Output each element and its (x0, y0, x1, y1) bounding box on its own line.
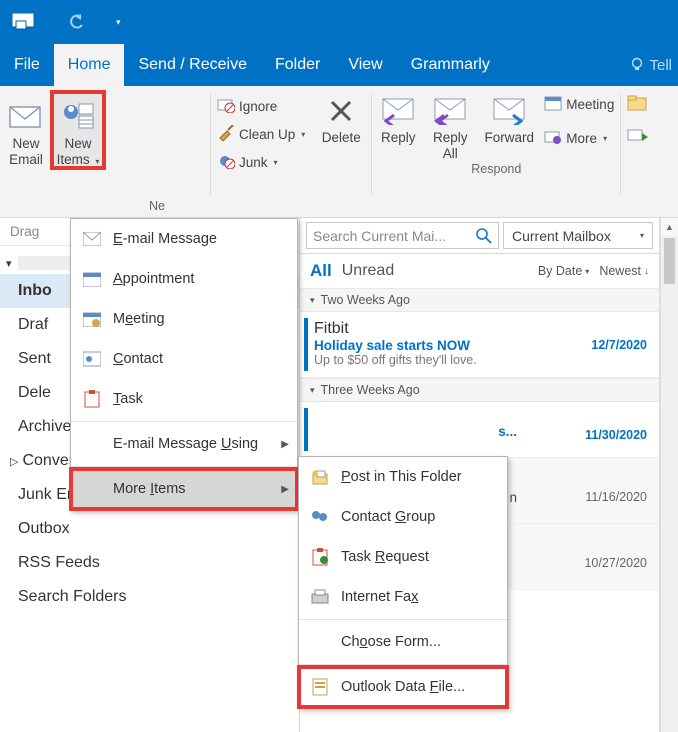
group-three-weeks[interactable]: ▾Three Weeks Ago (300, 378, 659, 402)
lightbulb-icon (629, 57, 645, 73)
scrollbar[interactable]: ▲ (660, 218, 678, 732)
message-date: 11/16/2020 (585, 490, 647, 504)
search-input[interactable]: Search Current Mai... (306, 222, 499, 249)
new-items-icon (61, 98, 95, 136)
menu-send-receive[interactable]: Send / Receive (124, 44, 261, 86)
more-icon (544, 129, 562, 148)
menu-view[interactable]: View (334, 44, 396, 86)
junk-button[interactable]: Junk▾ (215, 148, 311, 176)
ribbon-group-respond: Respond (372, 162, 620, 178)
qat-dropdown[interactable]: ▾ (116, 17, 121, 28)
forward-icon (491, 92, 527, 130)
sort-newest[interactable]: Newest ↓ (599, 264, 649, 278)
search-scope-dropdown[interactable]: Current Mailbox▾ (503, 222, 653, 249)
new-items-button[interactable]: New Items ▾ (52, 92, 104, 168)
meeting-button[interactable]: Meeting (542, 90, 620, 118)
delete-icon (326, 92, 356, 130)
ignore-button[interactable]: Ignore (215, 92, 311, 120)
search-icon (476, 228, 492, 244)
message-date: 12/7/2020 (591, 338, 647, 352)
menu-email-message[interactable]: E-mail Message (71, 219, 297, 259)
message-date: 10/27/2020 (584, 556, 647, 570)
task-icon (81, 390, 103, 408)
submenu-arrow-icon: ▶ (281, 484, 289, 495)
folder-outbox[interactable]: Outbox (0, 512, 299, 546)
new-email-icon (9, 98, 43, 136)
more-respond-button[interactable]: More▾ (542, 124, 620, 152)
delete-button[interactable]: Delete (311, 86, 371, 217)
filter-unread[interactable]: Unread (342, 262, 394, 280)
new-email-button[interactable]: New Email (0, 92, 52, 168)
fax-icon (309, 589, 331, 605)
reply-icon (380, 92, 416, 130)
menu-folder[interactable]: Folder (261, 44, 334, 86)
filter-all[interactable]: All (310, 261, 332, 281)
message-from: Fitbit (314, 320, 647, 338)
move-icon[interactable] (627, 94, 649, 117)
expand-triangle-icon: ▷ (10, 456, 18, 468)
calendar-icon (81, 271, 103, 287)
collapse-triangle-icon: ▾ (6, 257, 12, 270)
junk-icon (217, 153, 235, 172)
menu-email-using[interactable]: E-mail Message Using ▶ (71, 424, 297, 464)
rules-icon[interactable] (627, 127, 649, 150)
unread-bar (304, 318, 308, 371)
ribbon-group-new: Ne (104, 199, 210, 215)
more-items-menu: Post in This Folder Contact Group Task R… (298, 456, 508, 708)
menu-contact[interactable]: Contact (71, 339, 297, 379)
meeting-icon (81, 311, 103, 327)
reply-button[interactable]: Reply (372, 86, 424, 162)
ignore-icon (217, 97, 235, 116)
menu-more-items[interactable]: More Items ▶ (71, 469, 297, 509)
post-icon (309, 469, 331, 485)
menu-internet-fax[interactable]: Internet Fax (299, 577, 507, 617)
mail-icon (81, 232, 103, 246)
menu-post-folder[interactable]: Post in This Folder (299, 457, 507, 497)
menubar: File Home Send / Receive Folder View Gra… (0, 44, 678, 86)
contact-icon (81, 351, 103, 367)
message-item[interactable]: s... 11/30/2020 (300, 402, 659, 458)
submenu-arrow-icon: ▶ (281, 439, 289, 450)
forward-button[interactable]: Forward (476, 86, 542, 162)
message-preview: Up to $50 off gifts they'll love. (314, 353, 647, 367)
menu-grammarly[interactable]: Grammarly (397, 44, 504, 86)
data-file-icon (309, 678, 331, 696)
sort-by-date[interactable]: By Date ▾ (538, 264, 589, 278)
message-item[interactable]: Fitbit Holiday sale starts NOW Up to $50… (300, 312, 659, 378)
app-icon (8, 7, 38, 37)
folder-rss[interactable]: RSS Feeds (0, 546, 299, 580)
unread-bar (304, 408, 308, 451)
broom-icon (217, 125, 235, 144)
menu-home[interactable]: Home (54, 44, 125, 86)
group-two-weeks[interactable]: ▾Two Weeks Ago (300, 288, 659, 312)
new-items-menu: E-mail Message Appointment Meeting Conta… (70, 218, 298, 510)
scroll-thumb[interactable] (664, 238, 675, 284)
contact-group-icon (309, 509, 331, 525)
menu-outlook-data-file[interactable]: Outlook Data File... (299, 667, 507, 707)
folder-search-folders[interactable]: Search Folders (0, 580, 299, 614)
titlebar: ▾ (0, 0, 678, 44)
tell-me[interactable]: Tell (623, 44, 678, 86)
menu-file[interactable]: File (0, 44, 54, 86)
menu-task-request[interactable]: Task Request (299, 537, 507, 577)
ribbon: New Email New Items ▾ Ne Ignore Clean Up… (0, 86, 678, 218)
reply-all-icon (432, 92, 468, 130)
cleanup-button[interactable]: Clean Up▾ (215, 120, 311, 148)
task-request-icon (309, 548, 331, 566)
scroll-up-icon[interactable]: ▲ (661, 218, 678, 236)
menu-meeting[interactable]: Meeting (71, 299, 297, 339)
menu-appointment[interactable]: Appointment (71, 259, 297, 299)
undo-button[interactable] (62, 7, 92, 37)
menu-task[interactable]: Task (71, 379, 297, 419)
message-date: 11/30/2020 (585, 428, 647, 442)
menu-choose-form[interactable]: Choose Form... (299, 622, 507, 662)
calendar-icon (544, 95, 562, 114)
reply-all-button[interactable]: Reply All (424, 86, 476, 162)
menu-contact-group[interactable]: Contact Group (299, 497, 507, 537)
